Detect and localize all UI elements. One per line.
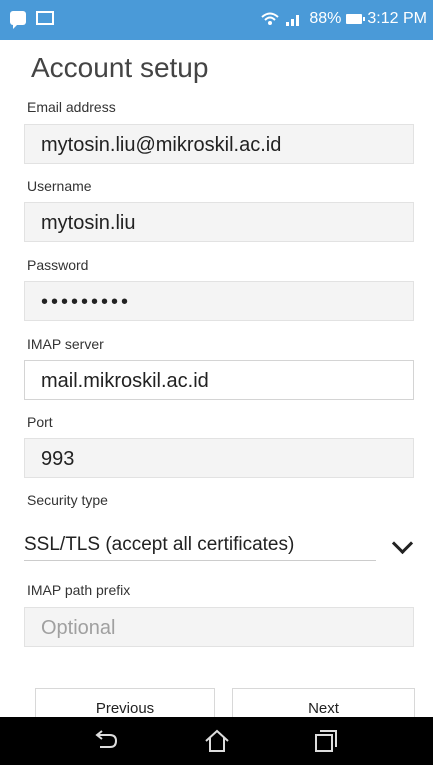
battery-icon: [346, 14, 366, 24]
message-icon: [10, 11, 26, 29]
select-underline: [24, 560, 376, 561]
email-label: Email address: [27, 99, 116, 115]
mail-icon: [36, 11, 54, 25]
username-field[interactable]: mytosin.liu: [24, 202, 414, 242]
chevron-down-icon[interactable]: [391, 532, 414, 555]
imap-server-field[interactable]: mail.mikroskil.ac.id: [24, 360, 414, 400]
imap-prefix-field[interactable]: Optional: [24, 607, 414, 647]
port-value: 993: [41, 448, 75, 470]
signal-icon: [286, 15, 300, 26]
username-value: mytosin.liu: [41, 212, 136, 234]
home-icon[interactable]: [203, 729, 231, 753]
back-icon[interactable]: [92, 729, 120, 753]
status-bar: 88% 3:12 PM: [0, 0, 433, 40]
port-field[interactable]: 993: [24, 438, 414, 478]
email-value: mytosin.liu@mikroskil.ac.id: [41, 134, 282, 156]
page-title: Account setup: [31, 52, 209, 83]
wifi-icon: [261, 12, 280, 25]
security-type-select[interactable]: SSL/TLS (accept all certificates): [24, 530, 416, 564]
clock: 3:12 PM: [367, 10, 427, 27]
imap-server-value: mail.mikroskil.ac.id: [41, 370, 209, 392]
port-label: Port: [27, 414, 53, 430]
password-value: •••••••••: [41, 291, 132, 313]
notification-icons: [10, 11, 54, 29]
battery-percent: 88%: [309, 10, 342, 27]
security-type-value: SSL/TLS (accept all certificates): [24, 534, 295, 555]
email-field[interactable]: mytosin.liu@mikroskil.ac.id: [24, 124, 414, 164]
username-label: Username: [27, 178, 92, 194]
system-status: 88% 3:12 PM: [261, 10, 427, 28]
imap-server-label: IMAP server: [27, 336, 104, 352]
imap-prefix-placeholder: Optional: [41, 617, 116, 639]
recents-icon[interactable]: [313, 729, 339, 753]
password-label: Password: [27, 257, 89, 273]
nav-bar: [0, 717, 433, 765]
password-field[interactable]: •••••••••: [24, 281, 414, 321]
security-type-label: Security type: [27, 492, 108, 508]
imap-prefix-label: IMAP path prefix: [27, 582, 131, 598]
